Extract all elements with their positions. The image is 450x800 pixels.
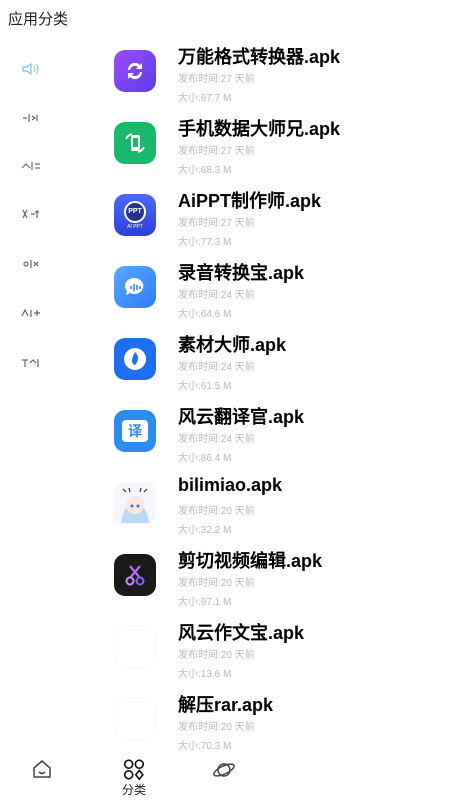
list-item[interactable]: 手机数据大师兄.apk 发布时间:27 天前 大小:68.3 M	[110, 112, 440, 184]
list-item[interactable]: 解压rar.apk 发布时间:20 天前 大小:70.3 M	[110, 688, 440, 760]
publish-date: 发布时间:20 天前	[178, 722, 255, 733]
publish-date: 发布时间:27 天前	[178, 146, 255, 157]
app-name: 风云作文宝.apk	[178, 623, 305, 643]
nav-home[interactable]	[22, 758, 62, 798]
file-size: 大小:13.6 M	[178, 669, 232, 680]
category-icon-3[interactable]	[18, 155, 44, 177]
file-size: 大小:61.5 M	[178, 381, 232, 392]
file-size: 大小:68.3 M	[178, 165, 232, 176]
category-icon-5[interactable]	[18, 253, 44, 275]
phone-transfer-icon	[114, 122, 156, 164]
ppt-icon-subtext: AI PPT	[127, 223, 143, 230]
nav-category[interactable]: 分类	[114, 758, 154, 798]
blank-icon	[114, 698, 156, 740]
speaker-icon[interactable]	[18, 58, 44, 80]
publish-date: 发布时间:20 天前	[178, 578, 255, 589]
anime-avatar-icon	[114, 482, 156, 524]
list-item[interactable]: 素材大师.apk 发布时间:24 天前 大小:61.5 M	[110, 328, 440, 400]
publish-date: 发布时间:24 天前	[178, 290, 255, 301]
publish-date: 发布时间:27 天前	[178, 218, 255, 229]
file-size: 大小:32.2 M	[178, 525, 232, 536]
file-size: 大小:70.3 M	[178, 741, 232, 752]
bottom-nav: 分类	[0, 756, 450, 800]
file-size: 大小:67.7 M	[178, 93, 232, 104]
publish-date: 发布时间:24 天前	[178, 434, 255, 445]
app-name: 手机数据大师兄.apk	[178, 119, 341, 139]
translate-icon-text: 译	[128, 423, 142, 439]
app-name: bilimiao.apk	[178, 475, 283, 495]
list-item[interactable]: bilimiao.apk 发布时间:20 天前 大小:32.2 M	[110, 472, 440, 544]
category-icon-4[interactable]	[18, 203, 44, 225]
file-size: 大小:97.1 M	[178, 597, 232, 608]
app-name: AiPPT制作师.apk	[178, 191, 322, 211]
list-item[interactable]: 万能格式转换器.apk 发布时间:27 天前 大小:67.7 M	[110, 40, 440, 112]
ppt-icon: PPT AI PPT	[114, 194, 156, 236]
app-name: 剪切视频编辑.apk	[178, 551, 323, 571]
app-name: 录音转换宝.apk	[178, 263, 305, 283]
category-icon-6[interactable]	[18, 302, 44, 324]
list-item[interactable]: 剪切视频编辑.apk 发布时间:20 天前 大小:97.1 M	[110, 544, 440, 616]
list-item[interactable]: PPT AI PPT AiPPT制作师.apk 发布时间:27 天前 大小:77…	[110, 184, 440, 256]
app-name: 万能格式转换器.apk	[178, 47, 341, 67]
category-icon-2[interactable]	[18, 107, 44, 129]
app-name: 素材大师.apk	[178, 335, 287, 355]
file-size: 大小:77.3 M	[178, 237, 232, 248]
drop-icon	[114, 338, 156, 380]
nav-discover[interactable]	[204, 758, 244, 798]
list-item[interactable]: 录音转换宝.apk 发布时间:24 天前 大小:64.6 M	[110, 256, 440, 328]
blank-icon	[114, 626, 156, 668]
list-item[interactable]: 风云作文宝.apk 发布时间:20 天前 大小:13.6 M	[110, 616, 440, 688]
scissors-icon	[114, 554, 156, 596]
page-title: 应用分类	[8, 11, 69, 28]
nav-category-label: 分类	[121, 783, 146, 797]
category-icon-7[interactable]	[18, 352, 44, 374]
category-grid-icon	[123, 759, 145, 781]
translate-icon: 译	[114, 410, 156, 452]
home-icon	[33, 760, 51, 778]
publish-date: 发布时间:20 天前	[178, 650, 255, 661]
file-size: 大小:86.4 M	[178, 453, 232, 464]
publish-date: 发布时间:27 天前	[178, 74, 255, 85]
publish-date: 发布时间:20 天前	[178, 506, 255, 517]
app-name: 解压rar.apk	[178, 695, 274, 715]
publish-date: 发布时间:24 天前	[178, 362, 255, 373]
planet-icon	[213, 763, 235, 777]
list-item[interactable]: 译 风云翻译官.apk 发布时间:24 天前 大小:86.4 M	[110, 400, 440, 472]
convert-icon	[114, 50, 156, 92]
voice-bubble-icon	[114, 266, 156, 308]
ppt-icon-text: PPT	[128, 208, 142, 215]
app-name: 风云翻译官.apk	[178, 407, 305, 427]
file-size: 大小:64.6 M	[178, 309, 232, 320]
